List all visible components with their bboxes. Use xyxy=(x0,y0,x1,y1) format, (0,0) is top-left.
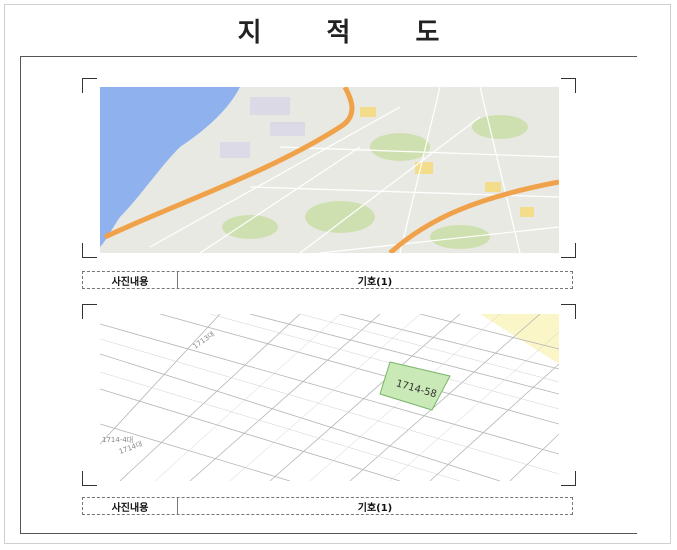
panel2-caption-label: 사진내용 xyxy=(83,498,178,514)
panel1-caption-row: 사진내용 기호(1) xyxy=(82,271,573,289)
map-label-2: 1714-4대 xyxy=(102,436,133,444)
crop-mark-top-right-2 xyxy=(561,304,576,319)
panel2-caption-value: 기호(1) xyxy=(357,502,393,514)
crop-mark-top-right xyxy=(561,78,576,93)
location-map-svg xyxy=(100,87,559,253)
crop-mark-top-left xyxy=(82,78,97,93)
crop-mark-bottom-right-2 xyxy=(561,471,576,486)
crop-mark-bottom-left xyxy=(82,243,97,258)
panel1-caption-label: 사진내용 xyxy=(83,272,178,288)
document-title: 지 적 도 xyxy=(237,18,468,48)
location-map-image xyxy=(100,87,559,253)
cadastral-map-svg: 1714-58 1713대 1714-4대 1714대 xyxy=(100,314,559,481)
crop-mark-bottom-right xyxy=(561,243,576,258)
panel2-caption-row: 사진내용 기호(1) xyxy=(82,497,573,515)
crop-mark-top-left-2 xyxy=(82,304,97,319)
crop-mark-bottom-left-2 xyxy=(82,471,97,486)
cadastral-map-image: 1714-58 1713대 1714-4대 1714대 xyxy=(100,314,559,481)
panel1-caption-value: 기호(1) xyxy=(357,276,393,288)
